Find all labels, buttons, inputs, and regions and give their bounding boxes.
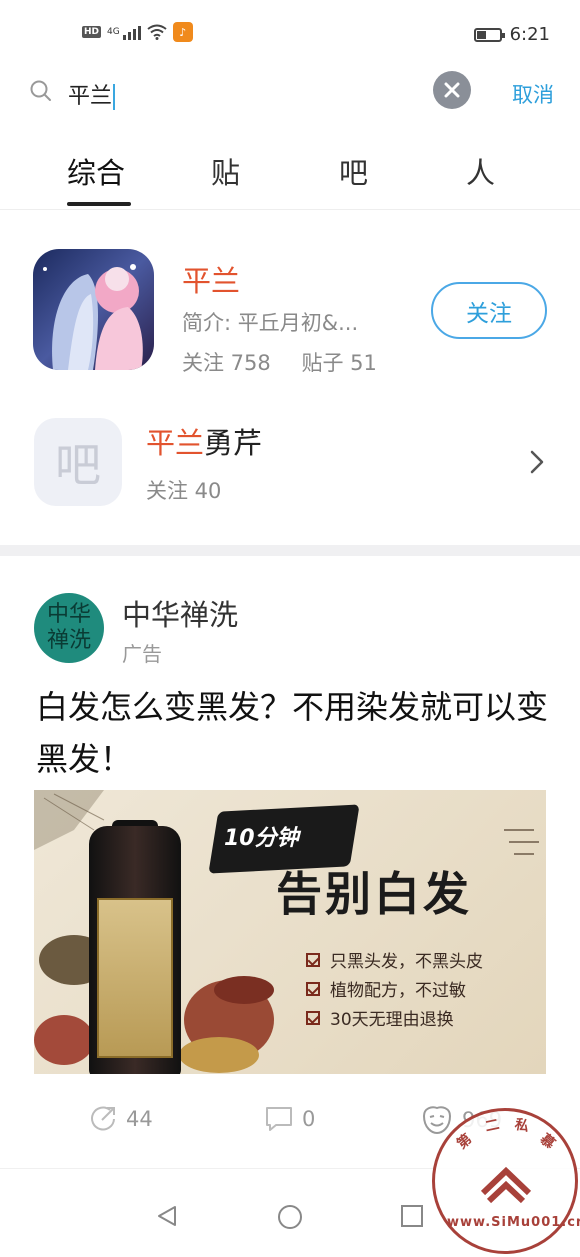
post-count: 贴子 51 [301, 351, 377, 375]
back-icon[interactable] [155, 1204, 179, 1228]
status-bar: HD 4G ♪ 6:21 [0, 0, 580, 66]
follow-count: 关注 40 [146, 479, 222, 503]
clock: 6:21 [509, 24, 550, 45]
text-cursor [113, 84, 116, 110]
share-count: 44 [126, 1107, 153, 1131]
tab-forums[interactable]: 吧 [339, 150, 368, 192]
chevron-right-icon[interactable] [528, 448, 546, 476]
status-right: 6:21 [473, 24, 550, 45]
like-face-icon [422, 1106, 452, 1135]
comment-button[interactable]: 0 [264, 1104, 315, 1134]
search-icon [30, 80, 51, 101]
watermark-emblem-icon [480, 1166, 532, 1204]
forum-name-rest: 勇芹 [204, 426, 263, 460]
result-tabs: 综合 贴 吧 人 [0, 124, 580, 210]
checkbox-icon [306, 1010, 320, 1025]
watermark-char: 慕 [536, 1131, 558, 1153]
follow-count: 关注 758 [182, 351, 271, 375]
watermark-char: 二 [483, 1116, 501, 1136]
watermark-url: www.SiMu001.cn [447, 1215, 580, 1230]
wifi-icon [147, 24, 167, 40]
status-left: HD 4G ♪ [82, 22, 193, 42]
search-input[interactable]: 平兰 [68, 78, 116, 110]
ad-banner-image[interactable]: 10分钟 告别白发 只黑头发，不黑头皮 植物配方，不过敏 30天无理由退换 [34, 790, 546, 1074]
home-icon[interactable] [277, 1204, 303, 1230]
forum-result-item[interactable]: 平兰 简介: 平丘月初&... 关注 758 贴子 51 关注 [0, 210, 580, 390]
search-bar: 平兰 取消 [0, 66, 580, 124]
ad-label: 广告 [122, 642, 162, 666]
watermark-char: 私 [513, 1116, 531, 1136]
product-label [97, 898, 173, 1058]
banner-feature-text: 植物配方，不过敏 [330, 981, 466, 1001]
forum-placeholder-icon: 吧 [34, 418, 122, 506]
tab-all[interactable]: 综合 [67, 150, 125, 192]
forum-avatar [33, 249, 154, 370]
active-tab-indicator [67, 202, 131, 206]
battery-icon [473, 27, 505, 42]
checkbox-icon [306, 981, 320, 996]
recents-icon[interactable] [400, 1204, 424, 1228]
forum-result-item[interactable]: 吧 平兰勇芹 关注 40 [0, 390, 580, 545]
search-query-text: 平兰 [68, 84, 113, 109]
section-divider [0, 545, 580, 556]
follow-button[interactable]: 关注 [431, 282, 547, 339]
forum-stats: 关注 758 贴子 51 [182, 347, 377, 377]
ad-post[interactable]: 中华 禅洗 中华禅洗 广告 白发怎么变黑发？不用染发就可以变黑发！ 10分钟 告… [0, 556, 580, 1172]
banner-feature-text: 只黑头发，不黑头皮 [330, 952, 483, 972]
close-icon [444, 82, 460, 98]
advertiser-avatar: 中华 禅洗 [34, 593, 104, 663]
forum-name-highlight: 平兰 [146, 426, 205, 460]
comment-count: 0 [302, 1107, 316, 1131]
app-notification-icon: ♪ [172, 22, 193, 42]
watermark-char: 第 [454, 1131, 476, 1153]
clear-search-button[interactable] [433, 71, 471, 109]
banner-feature: 植物配方，不过敏 [306, 976, 466, 1001]
forum-intro: 简介: 平丘月初&... [182, 311, 359, 335]
advertiser-name[interactable]: 中华禅洗 [122, 592, 238, 634]
forum-name: 平兰勇芹 [146, 420, 262, 462]
banner-feature-text: 30天无理由退换 [330, 1010, 454, 1030]
comment-icon [266, 1107, 292, 1131]
share-button[interactable]: 44 [88, 1104, 153, 1134]
checkbox-icon [306, 952, 320, 967]
signal-icon [122, 24, 141, 40]
cancel-button[interactable]: 取消 [512, 79, 554, 109]
hd-badge: HD [82, 26, 102, 38]
tab-posts[interactable]: 贴 [211, 150, 240, 192]
tab-users[interactable]: 人 [466, 150, 495, 192]
share-icon [91, 1106, 115, 1131]
banner-badge: 10分钟 [224, 826, 299, 851]
banner-feature: 只黑头发，不黑头皮 [306, 947, 483, 972]
banner-feature: 30天无理由退换 [306, 1005, 454, 1030]
network-type: 4G [107, 27, 120, 37]
advertiser-avatar-text: 中华 禅洗 [46, 602, 91, 653]
banner-headline: 告别白发 [276, 867, 472, 921]
watermark-logo: 第 二 私 慕 www.SiMu001.cn [432, 1108, 580, 1254]
post-title[interactable]: 白发怎么变黑发？不用染发就可以变黑发！ [36, 681, 556, 785]
forum-name: 平兰 [182, 264, 241, 298]
